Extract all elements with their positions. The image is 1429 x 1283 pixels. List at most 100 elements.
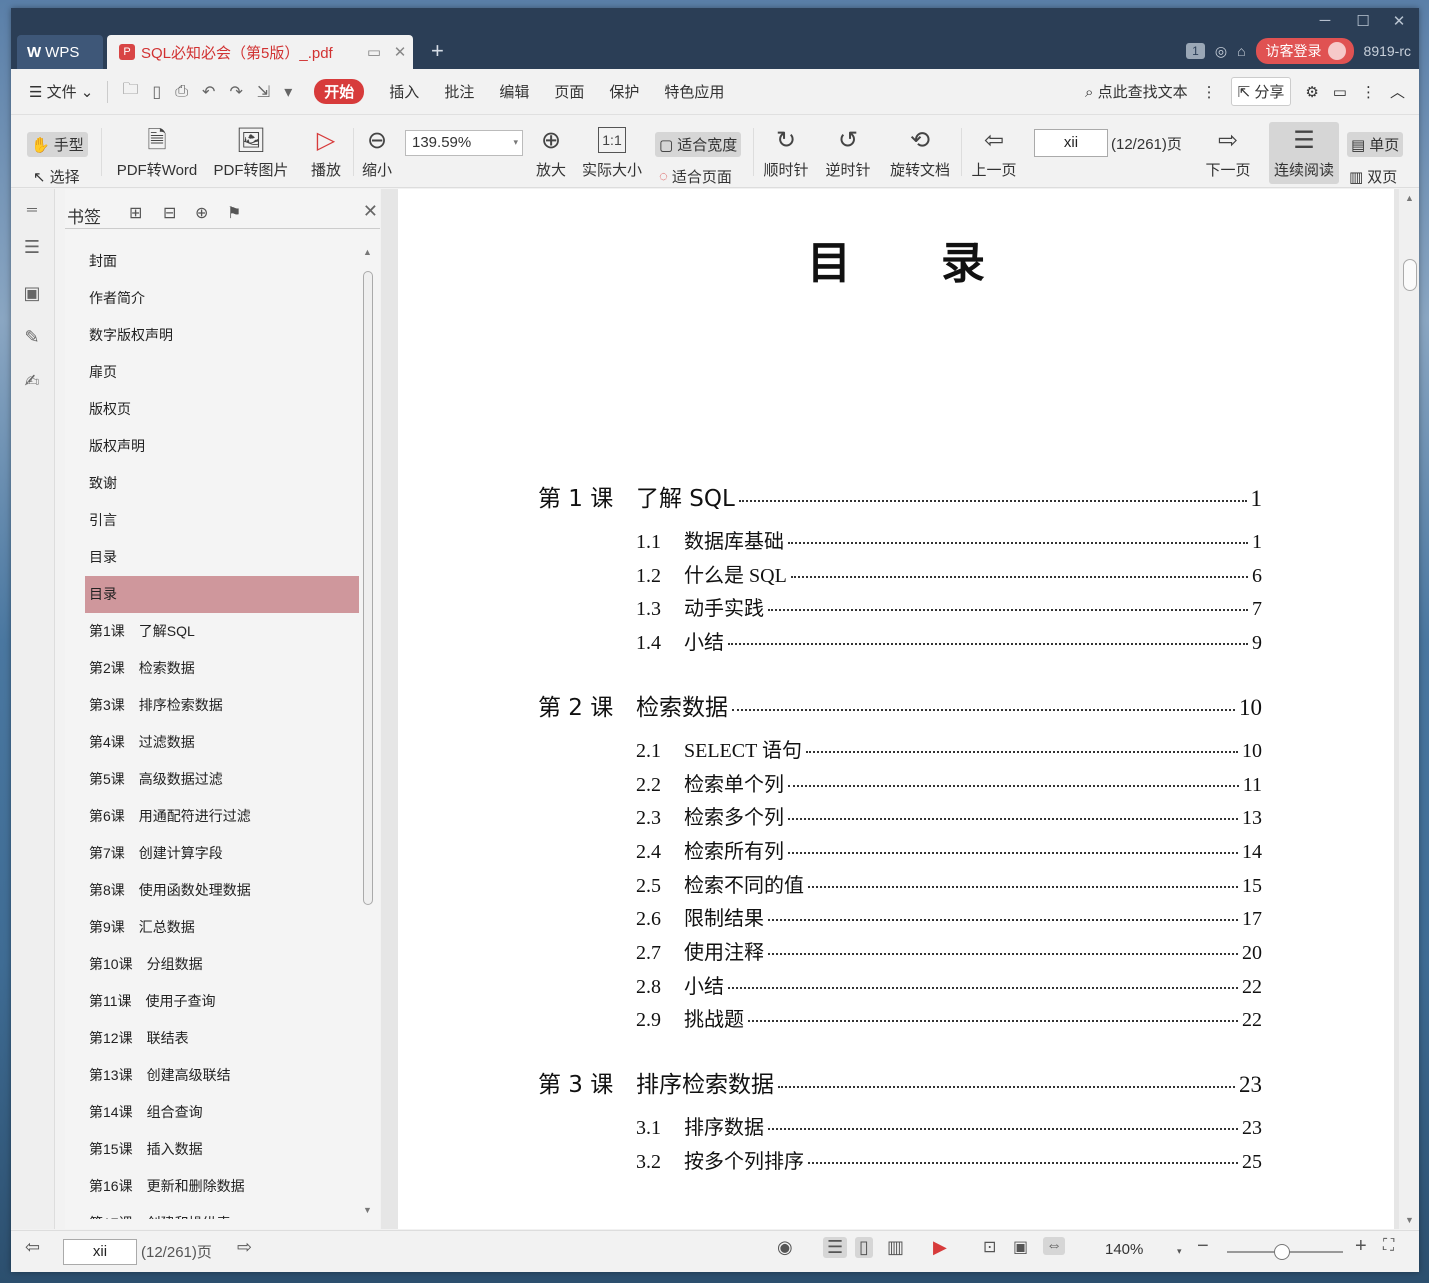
status-next-page-icon[interactable]: ⇨ xyxy=(237,1237,252,1258)
minimize-button[interactable]: ─ xyxy=(1311,12,1339,29)
single-page-button[interactable]: ▤ 单页 xyxy=(1347,132,1404,157)
bookmark-item[interactable]: 版权页 xyxy=(85,391,359,428)
toc-section[interactable]: 2.5 检索不同的值 15 xyxy=(636,869,1262,898)
bookmark-item[interactable]: ▸第5课 高级数据过滤 xyxy=(85,761,359,798)
bookmark-item[interactable]: ▸第12课 联结表 xyxy=(85,1020,359,1057)
login-button[interactable]: 访客登录 xyxy=(1255,38,1354,64)
menu-features[interactable]: 特色应用 xyxy=(664,81,724,102)
skin-icon[interactable]: ◎ xyxy=(1215,43,1227,60)
toc-section[interactable]: 2.6 限制结果 17 xyxy=(636,902,1262,931)
shirt-icon[interactable]: ⌂ xyxy=(1237,43,1245,59)
pdf-to-image-button[interactable]: 🖼 PDF转图片 xyxy=(211,116,291,188)
more-vertical-icon[interactable]: ⋮ xyxy=(1202,83,1217,101)
search-text[interactable]: ⌕ 点此查找文本 xyxy=(1085,81,1188,102)
scroll-down-icon[interactable]: ▼ xyxy=(363,1205,372,1215)
fit-page-icon[interactable]: ▣ xyxy=(1013,1237,1028,1257)
bookmark-flag-icon[interactable]: ⚑ xyxy=(227,203,241,223)
menu-edit[interactable]: 编辑 xyxy=(499,81,529,102)
bookmark-item[interactable]: ▸第9课 汇总数据 xyxy=(85,909,359,946)
bookmark-item[interactable]: 数字版权声明 xyxy=(85,317,359,354)
double-page-button[interactable]: ▥ 双页 xyxy=(1349,166,1397,187)
close-panel-icon[interactable]: ✕ xyxy=(363,201,378,222)
bookmark-item[interactable]: ▸第6课 用通配符进行过滤 xyxy=(85,798,359,835)
zoom-minus-icon[interactable]: − xyxy=(1197,1235,1209,1258)
bookmark-item[interactable]: 封面 xyxy=(85,243,359,280)
bookmark-scrollbar[interactable]: ▲ ▼ xyxy=(359,243,377,1219)
close-tab-icon[interactable]: ✕ xyxy=(387,43,413,61)
actual-size-icon[interactable]: ⊡ xyxy=(983,1237,996,1257)
undo-icon[interactable]: ↶ xyxy=(202,82,215,102)
menu-protect[interactable]: 保护 xyxy=(609,81,639,102)
fit-page-button[interactable]: ◌ 适合页面 xyxy=(659,166,732,187)
play-button[interactable]: ▷ 播放 xyxy=(305,116,347,188)
menu-annotate[interactable]: 批注 xyxy=(444,81,474,102)
bookmark-item[interactable]: 扉页 xyxy=(85,354,359,391)
toc-section[interactable]: 1.3 动手实践 7 xyxy=(636,592,1262,621)
eye-protection-icon[interactable]: ◉ xyxy=(777,1237,793,1258)
add-bookmark-icon[interactable]: ⊕ xyxy=(195,203,208,223)
expand-all-icon[interactable]: ⊞ xyxy=(129,203,142,223)
signature-icon[interactable]: ✍ xyxy=(21,371,43,393)
fit-width-icon[interactable]: ⇔ xyxy=(1043,1237,1065,1255)
scroll-up-icon[interactable]: ▲ xyxy=(1405,193,1414,203)
bookmark-item[interactable]: ▸第1课 了解SQL xyxy=(85,613,359,650)
bookmark-item[interactable]: ▸第2课 检索数据 xyxy=(85,650,359,687)
double-view-icon[interactable]: ▥ xyxy=(887,1237,904,1258)
continuous-read-button[interactable]: ☰ 连续阅读 xyxy=(1269,122,1339,184)
share-button[interactable]: ⇱ 分享 xyxy=(1230,77,1292,106)
bookmark-item[interactable]: ▸第3课 排序检索数据 xyxy=(85,687,359,724)
scroll-down-icon[interactable]: ▼ xyxy=(1405,1215,1414,1225)
tab-wps-home[interactable]: W WPS xyxy=(17,35,103,69)
toc-section[interactable]: 2.7 使用注释 20 xyxy=(636,936,1262,965)
menu-start[interactable]: 开始 xyxy=(314,79,365,104)
document-scrollbar[interactable]: ▲ ▼ xyxy=(1399,189,1419,1229)
toc-chapter[interactable]: 第 2 课检索数据 10 xyxy=(538,688,1262,722)
window-count-badge[interactable]: 1 xyxy=(1186,43,1205,59)
toc-section[interactable]: 2.3 检索多个列 13 xyxy=(636,801,1262,830)
bookmark-item[interactable]: ▸第7课 创建计算字段 xyxy=(85,835,359,872)
toc-section[interactable]: 3.2 按多个列排序 25 xyxy=(636,1145,1262,1174)
toc-section[interactable]: 1.2 什么是 SQL 6 xyxy=(636,559,1262,588)
new-tab-button[interactable]: + xyxy=(431,38,444,64)
status-page-input[interactable]: xii xyxy=(63,1239,137,1265)
bookmark-item[interactable]: ▸第14课 组合查询 xyxy=(85,1094,359,1131)
toc-chapter[interactable]: 第 1 课了解 SQL 1 xyxy=(538,479,1262,513)
toc-section[interactable]: 2.1 SELECT 语句 10 xyxy=(636,734,1262,763)
toc-section[interactable]: 2.2 检索单个列 11 xyxy=(636,768,1262,797)
zoom-dropdown-icon[interactable]: ▾ xyxy=(1177,1246,1182,1257)
maximize-button[interactable]: ☐ xyxy=(1349,12,1377,30)
zoom-slider-handle[interactable] xyxy=(1274,1244,1290,1260)
bookmark-item[interactable]: 致谢 xyxy=(85,465,359,502)
continuous-view-icon[interactable]: ☰ xyxy=(823,1237,848,1258)
print-icon[interactable]: ⎙ xyxy=(175,83,188,101)
toc-section[interactable]: 1.1 数据库基础 1 xyxy=(636,525,1262,554)
next-page-button[interactable]: ⇨ 下一页 xyxy=(1203,116,1253,188)
collapse-ribbon-icon[interactable]: ︿ xyxy=(1390,81,1405,102)
bookmark-item[interactable]: 目录 xyxy=(85,576,359,613)
rotate-clockwise-button[interactable]: ↻ 顺时针 xyxy=(761,116,811,188)
zoom-plus-icon[interactable]: + xyxy=(1355,1235,1367,1258)
close-window-button[interactable]: ✕ xyxy=(1385,12,1413,30)
zoom-in-button[interactable]: ⊕ 放大 xyxy=(533,116,569,188)
scrollbar-thumb[interactable] xyxy=(363,271,373,905)
zoom-out-button[interactable]: ⊖ 缩小 xyxy=(359,116,395,188)
redo-icon[interactable]: ↷ xyxy=(229,82,242,102)
settings-icon[interactable]: ⚙ xyxy=(1305,83,1318,101)
toc-section[interactable]: 3.1 排序数据 23 xyxy=(636,1111,1262,1140)
open-folder-icon[interactable]: 🗀 xyxy=(122,78,138,105)
thumbnail-icon[interactable]: ▣ xyxy=(21,283,43,305)
toc-section[interactable]: 2.4 检索所有列 14 xyxy=(636,835,1262,864)
pin-tab-icon[interactable]: ▭ xyxy=(361,43,387,61)
single-view-icon[interactable]: ▯ xyxy=(855,1237,873,1258)
scrollbar-thumb[interactable] xyxy=(1403,259,1417,291)
status-prev-page-icon[interactable]: ⇦ xyxy=(25,1237,40,1258)
menu-insert[interactable]: 插入 xyxy=(389,81,419,102)
rotate-document-button[interactable]: ⟲ 旋转文档 xyxy=(887,116,953,188)
fullscreen-icon[interactable]: ⛶ xyxy=(1383,1237,1394,1255)
tab-document[interactable]: P SQL必知必会（第5版）_.pdf ▭ ✕ xyxy=(107,35,413,69)
bookmark-item[interactable]: ▸第11课 使用子查询 xyxy=(85,983,359,1020)
bookmark-item[interactable]: 目录 xyxy=(85,539,359,576)
bookmark-item[interactable]: ▸第10课 分组数据 xyxy=(85,946,359,983)
bookmark-list-icon[interactable]: ☰ xyxy=(21,237,43,259)
bookmark-item[interactable]: ▸第16课 更新和删除数据 xyxy=(85,1168,359,1205)
